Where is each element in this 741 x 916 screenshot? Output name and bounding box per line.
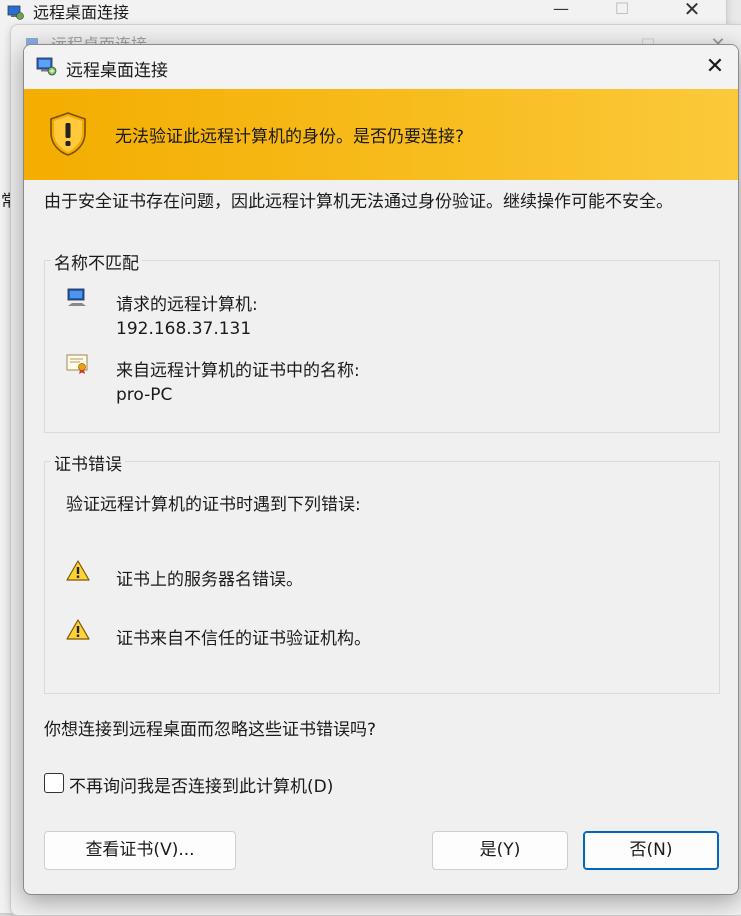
name-mismatch-group: 名称不匹配 请求的远程计算机: 192.168.37.131 来自远程计算机的证…	[44, 249, 720, 433]
background-window-back-title: 远程桌面连接	[7, 0, 129, 27]
description-text: 由于安全证书存在问题，因此远程计算机无法通过身份验证。继续操作可能不安全。	[44, 192, 673, 212]
yes-button[interactable]: 是(Y)	[432, 831, 568, 870]
shield-warning-icon	[48, 111, 88, 161]
ignore-errors-question: 你想连接到远程桌面而忽略这些证书错误吗?	[44, 720, 377, 740]
certificate-error-item: 证书来自不信任的证书验证机构。	[116, 629, 371, 649]
warning-triangle-icon	[66, 619, 90, 645]
certificate-errors-group: 证书错误 验证远程计算机的证书时遇到下列错误: 证书上的服务器名错误。 证书来自…	[44, 450, 720, 694]
remote-desktop-icon	[36, 56, 58, 80]
background-close-button[interactable]: ✕	[669, 0, 715, 23]
dont-ask-again-label[interactable]: 不再询问我是否连接到此计算机(D)	[69, 772, 333, 797]
no-button[interactable]: 否(N)	[583, 831, 719, 870]
warning-triangle-icon	[66, 560, 90, 586]
banner-message: 无法验证此远程计算机的身份。是否仍要连接?	[115, 127, 465, 147]
warning-banner: 无法验证此远程计算机的身份。是否仍要连接?	[24, 89, 738, 180]
certificate-name-value: pro-PC	[116, 385, 173, 405]
certificate-error-item: 证书上的服务器名错误。	[116, 570, 303, 590]
maximize-button[interactable]: ☐	[599, 0, 645, 23]
close-button[interactable]: ✕	[698, 51, 732, 83]
name-mismatch-label: 名称不匹配	[51, 249, 142, 274]
computer-icon	[66, 287, 90, 311]
requested-computer-value: 192.168.37.131	[116, 319, 252, 339]
certificate-name-label: 来自远程计算机的证书中的名称:	[116, 361, 360, 381]
dialog-title: 远程桌面连接	[66, 61, 168, 81]
background-title-text: 远程桌面连接	[33, 3, 130, 22]
dont-ask-again-checkbox[interactable]	[44, 773, 64, 793]
remote-desktop-icon	[7, 1, 25, 20]
minimize-button[interactable]: —	[538, 0, 584, 23]
certificate-errors-label: 证书错误	[51, 450, 125, 475]
dialog-titlebar: 远程桌面连接 ✕	[24, 45, 738, 89]
certificate-warning-dialog: 远程桌面连接 ✕ 无法验证此远程计算机的身份。是否仍要连接? 由于安全证书存在问…	[23, 44, 739, 895]
view-certificate-button[interactable]: 查看证书(V)...	[44, 831, 236, 870]
certificate-icon	[66, 353, 90, 379]
requested-computer-label: 请求的远程计算机:	[116, 295, 258, 315]
certificate-errors-intro: 验证远程计算机的证书时遇到下列错误:	[66, 495, 361, 515]
